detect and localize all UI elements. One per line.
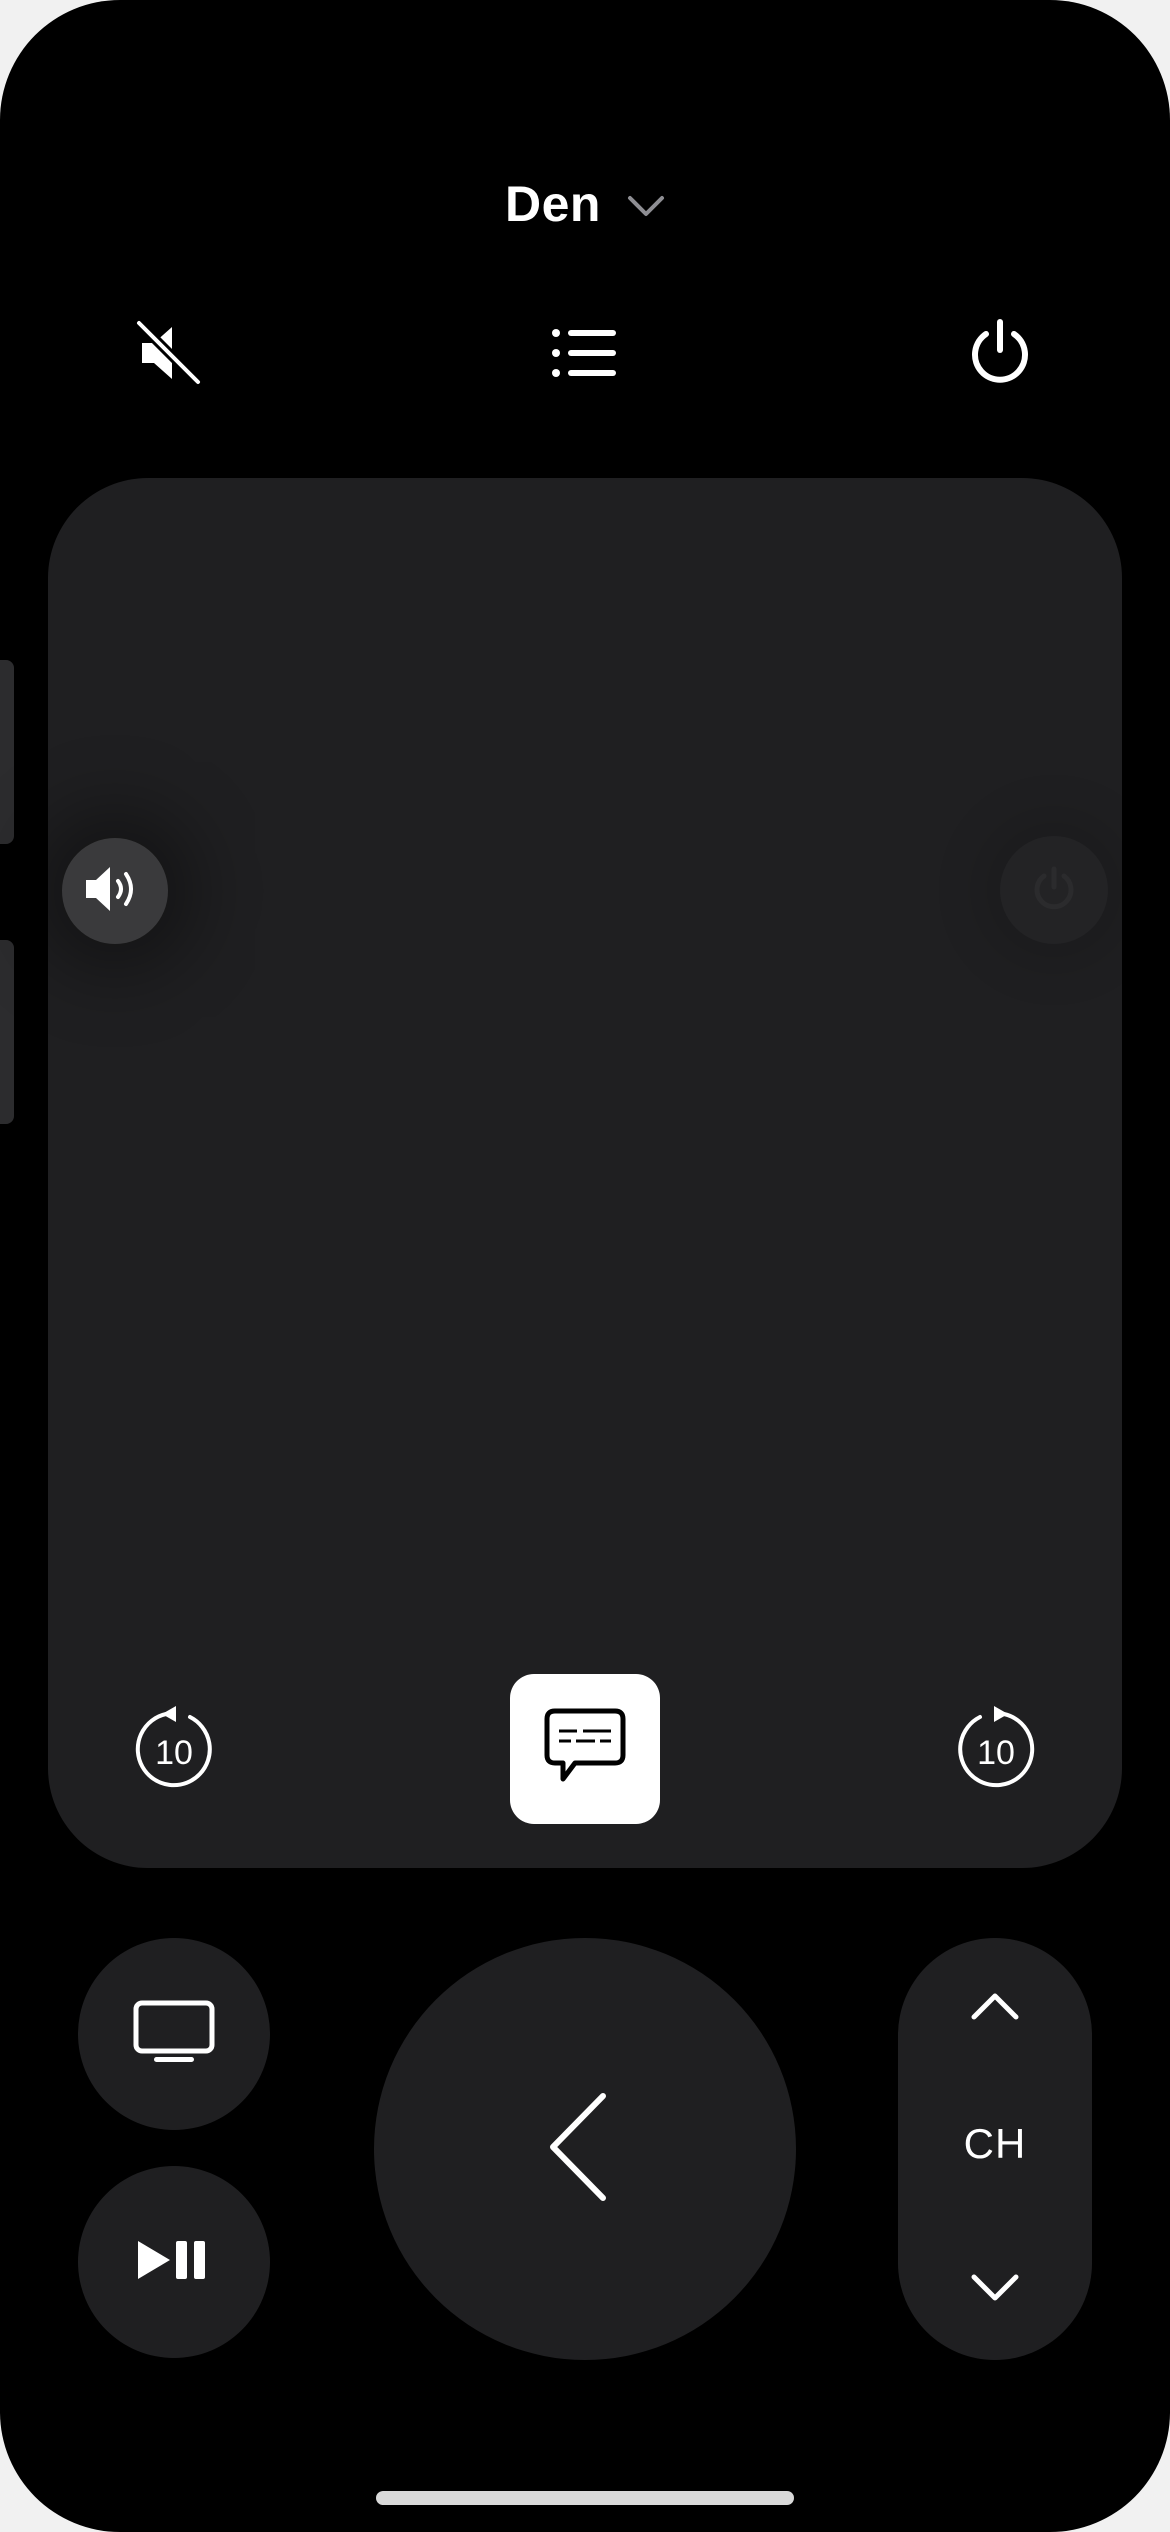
back-button[interactable] — [374, 1938, 796, 2360]
play-pause-icon — [136, 2239, 212, 2286]
chevron-down-icon — [970, 2273, 1020, 2308]
side-volume-down-edge — [0, 940, 14, 1124]
device-name: Den — [505, 176, 601, 232]
play-pause-button[interactable] — [78, 2166, 270, 2358]
power-icon — [965, 318, 1035, 393]
channel-label: CH — [963, 2120, 1027, 2167]
remote-screen: Den 10 10 CH — [0, 0, 1170, 2532]
faded-power-icon — [1034, 866, 1074, 910]
chevron-left-icon — [545, 2092, 609, 2207]
list-icon — [550, 325, 620, 386]
mute-button[interactable] — [132, 317, 206, 393]
tv-button[interactable] — [78, 1938, 270, 2130]
speaker-slash-icon — [134, 317, 204, 393]
captions-bubble-icon — [543, 1707, 627, 1792]
faded-indicator — [1000, 836, 1108, 944]
skip-forward-button[interactable]: 10 — [954, 1706, 1038, 1790]
guide-button[interactable] — [548, 318, 622, 392]
volume-indicator[interactable] — [62, 838, 168, 944]
skip-forward-10-icon: 10 — [958, 1706, 1035, 1788]
device-selector[interactable]: Den — [0, 175, 1170, 237]
side-volume-up-edge — [0, 660, 14, 844]
skip-back-label: 10 — [155, 1734, 193, 1772]
home-indicator[interactable] — [376, 2491, 794, 2505]
skip-back-10-icon: 10 — [135, 1706, 212, 1788]
chevron-down-icon — [627, 173, 665, 231]
skip-back-button[interactable]: 10 — [132, 1706, 216, 1790]
channel-up-button[interactable] — [898, 1958, 1092, 2058]
chevron-up-icon — [970, 1991, 1020, 2026]
speaker-wave-icon — [84, 864, 146, 919]
touchpad-surface[interactable] — [48, 478, 1122, 1868]
captions-button[interactable] — [510, 1674, 660, 1824]
tv-icon — [132, 1999, 216, 2070]
channel-control: CH — [898, 1938, 1092, 2360]
channel-down-button[interactable] — [898, 2240, 1092, 2340]
skip-forward-label: 10 — [977, 1734, 1015, 1772]
power-button[interactable] — [963, 318, 1037, 392]
